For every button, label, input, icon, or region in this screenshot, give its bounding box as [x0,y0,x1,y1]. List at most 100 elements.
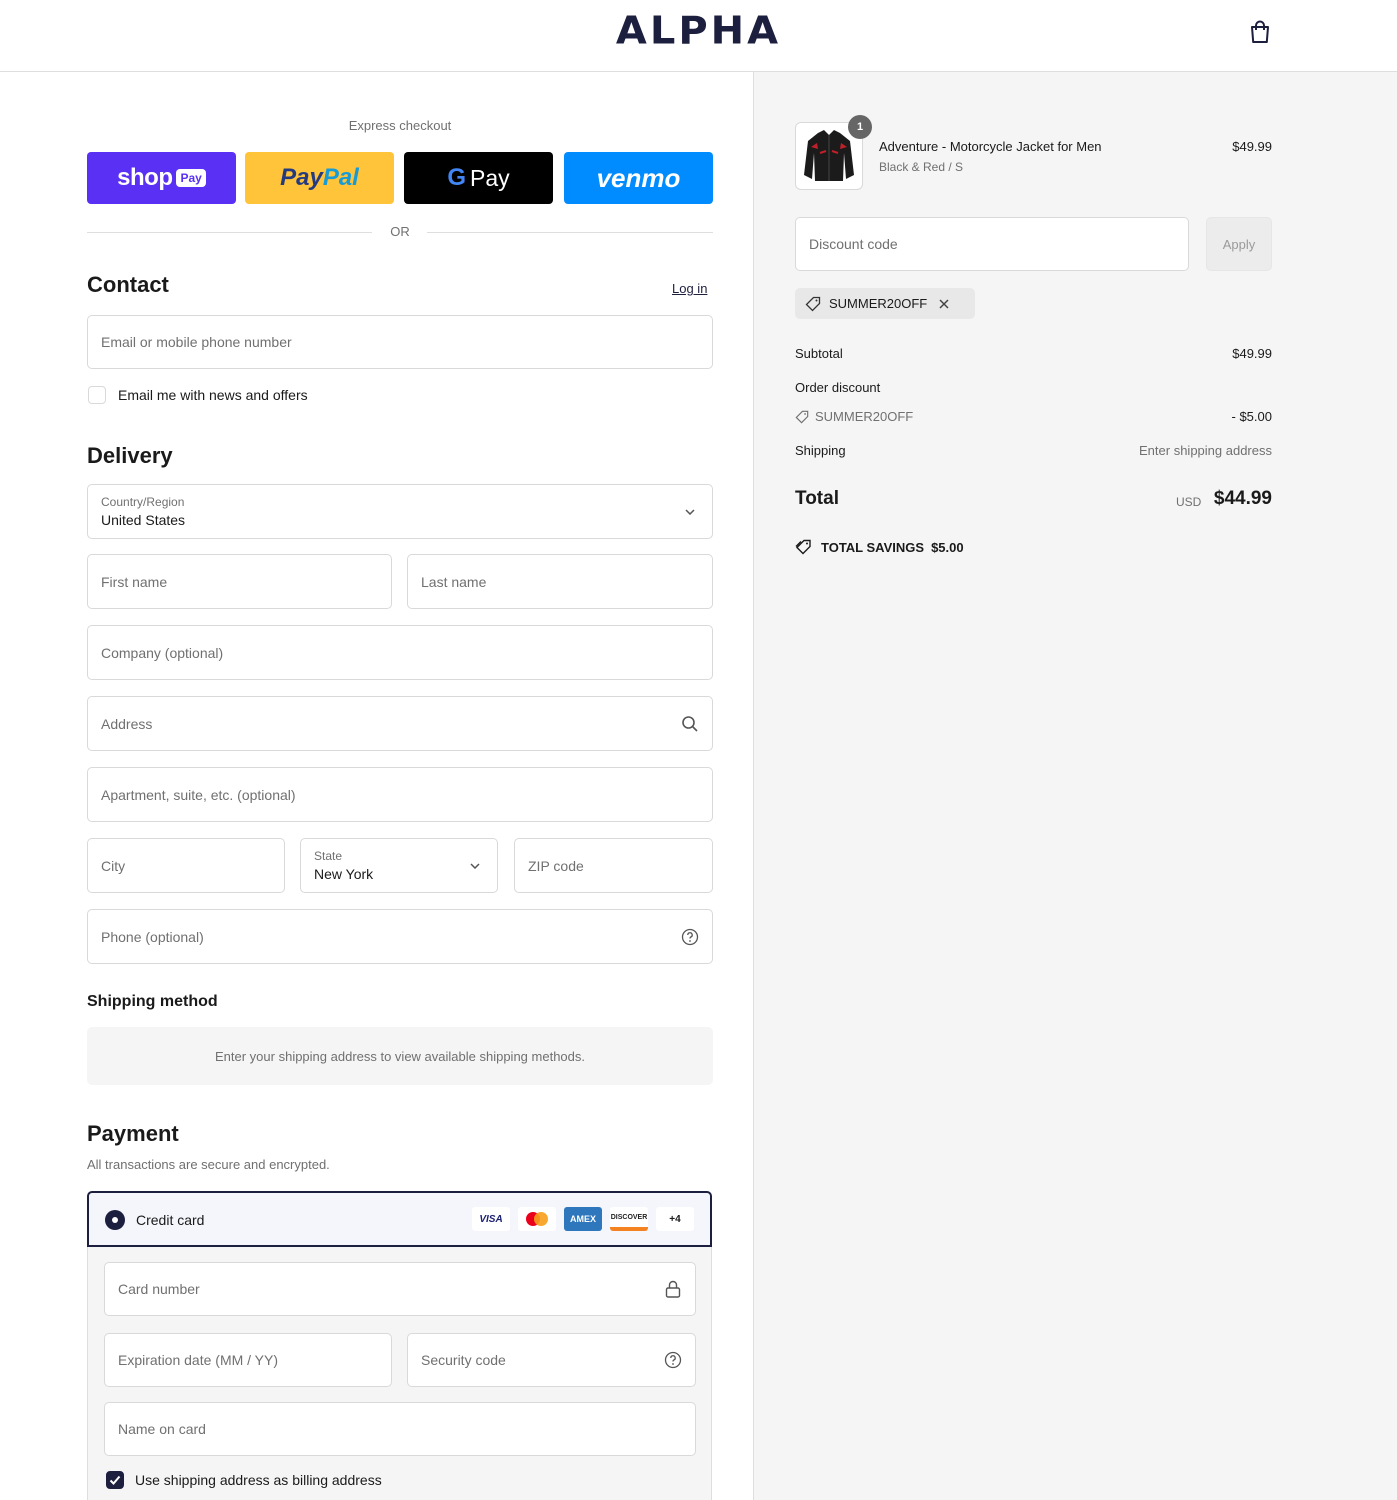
visa-icon: VISA [472,1207,510,1231]
city-field[interactable]: City [87,838,285,893]
last-name-placeholder: Last name [421,573,487,590]
paypal-wordmark-part2: Pal [322,164,359,191]
shipping-label: Shipping [795,443,846,458]
email-field[interactable]: Email or mobile phone number [87,315,713,369]
store-logo[interactable]: ALPHA [0,9,1397,53]
address-field[interactable]: Address [87,696,713,751]
name-on-card-field[interactable]: Name on card [104,1402,696,1456]
credit-card-radio[interactable] [105,1210,125,1230]
security-code-field[interactable]: Security code [407,1333,696,1387]
subtotal-value: $49.99 [1232,346,1272,361]
order-discount-label: Order discount [795,380,881,395]
total-label: Total [795,488,839,509]
google-g-icon: G [447,164,467,191]
email-placeholder: Email or mobile phone number [101,334,292,350]
contact-heading: Contact [87,272,169,297]
applied-discount-chip: SUMMER20OFF [795,288,975,319]
apartment-placeholder: Apartment, suite, etc. (optional) [101,786,296,803]
shop-pay-wordmark: shop [117,164,173,191]
tag-icon [805,296,821,312]
country-value: United States [101,512,186,528]
zip-placeholder: ZIP code [528,857,584,874]
tag-icon [795,410,809,424]
venmo-wordmark: venmo [596,162,681,193]
expiration-field[interactable]: Expiration date (MM / YY) [104,1333,392,1387]
discount-code-field[interactable]: Discount code [795,217,1189,271]
venmo-button[interactable]: venmo [564,152,713,204]
shipping-value: Enter shipping address [1139,443,1272,458]
mastercard-icon [518,1207,556,1231]
paypal-wordmark-part1: Pay [280,164,323,191]
state-label: State [314,849,343,863]
address-placeholder: Address [101,715,153,732]
total-savings-label: TOTAL SAVINGS [821,539,925,555]
login-link[interactable]: Log in [672,281,707,296]
help-circle-icon[interactable] [680,927,700,947]
expiration-placeholder: Expiration date (MM / YY) [118,1352,279,1368]
credit-card-label: Credit card [136,1212,205,1228]
shop-pay-badge: Pay [176,169,206,187]
discover-icon: DISCOVER [610,1207,648,1231]
more-brands-badge: +4 [656,1207,694,1231]
quantity-badge: 1 [848,115,872,139]
product-name: Adventure - Motorcycle Jacket for Men [879,139,1102,154]
chevron-down-icon [465,856,485,876]
card-number-placeholder: Card number [118,1281,200,1297]
name-on-card-placeholder: Name on card [118,1421,206,1437]
newsletter-checkbox[interactable] [88,386,106,404]
country-label: Country/Region [101,495,185,509]
company-field[interactable]: Company (optional) [87,625,713,680]
first-name-placeholder: First name [101,573,168,590]
express-checkout-label: Express checkout [348,118,452,133]
search-icon [680,714,700,734]
country-select[interactable]: Country/Region United States [87,484,713,539]
delivery-heading: Delivery [87,443,173,468]
product-price: $49.99 [1232,139,1272,154]
applied-discount-code: SUMMER20OFF [829,296,928,311]
order-summary-panel [753,72,1397,1500]
shipping-method-notice: Enter your shipping address to view avai… [87,1027,713,1085]
billing-same-checkbox[interactable] [106,1471,124,1489]
total-savings-row: TOTAL SAVINGS $5.00 [795,539,964,555]
google-pay-label: Pay [470,164,510,191]
google-pay-button[interactable]: G Pay [404,152,553,204]
lock-icon [663,1279,683,1299]
order-discount-code-row: SUMMER20OFF [795,409,913,424]
credit-card-form: Card number Expiration date (MM / YY) Se… [87,1247,712,1500]
zip-field[interactable]: ZIP code [514,838,713,893]
payment-heading: Payment [87,1121,179,1146]
site-header: ALPHA [0,0,1397,72]
or-text: OR [390,224,410,239]
subtotal-label: Subtotal [795,346,843,361]
last-name-field[interactable]: Last name [407,554,713,609]
shop-pay-button[interactable]: shop Pay [87,152,236,204]
tags-icon [795,539,813,555]
state-value: New York [314,866,374,882]
state-select[interactable]: State New York [300,838,498,893]
company-placeholder: Company (optional) [101,644,224,661]
chevron-down-icon [680,502,700,522]
amex-icon: AMEX [564,1207,602,1231]
total-savings-value: $5.00 [931,539,964,555]
apply-discount-button[interactable]: Apply [1206,217,1272,271]
shipping-method-heading: Shipping method [87,993,218,1010]
first-name-field[interactable]: First name [87,554,392,609]
paypal-button[interactable]: PayPal [245,152,394,204]
payment-subtitle: All transactions are secure and encrypte… [87,1157,330,1172]
credit-card-option[interactable]: Credit card VISA AMEX DISCOVER +4 [87,1191,712,1247]
newsletter-label: Email me with news and offers [118,387,308,403]
or-divider: OR [87,222,713,242]
billing-same-label: Use shipping address as billing address [135,1472,382,1488]
product-variant: Black & Red / S [879,160,964,174]
discount-code-placeholder: Discount code [809,236,898,252]
bag-icon[interactable] [1249,20,1271,44]
apartment-field[interactable]: Apartment, suite, etc. (optional) [87,767,713,822]
card-number-field[interactable]: Card number [104,1262,696,1316]
phone-field[interactable]: Phone (optional) [87,909,713,964]
close-icon[interactable] [939,298,949,309]
checkmark-icon [109,1475,121,1485]
phone-placeholder: Phone (optional) [101,928,204,945]
help-circle-icon[interactable] [663,1350,683,1370]
order-discount-code: SUMMER20OFF [815,409,914,424]
total-value: $44.99 [1213,488,1272,509]
